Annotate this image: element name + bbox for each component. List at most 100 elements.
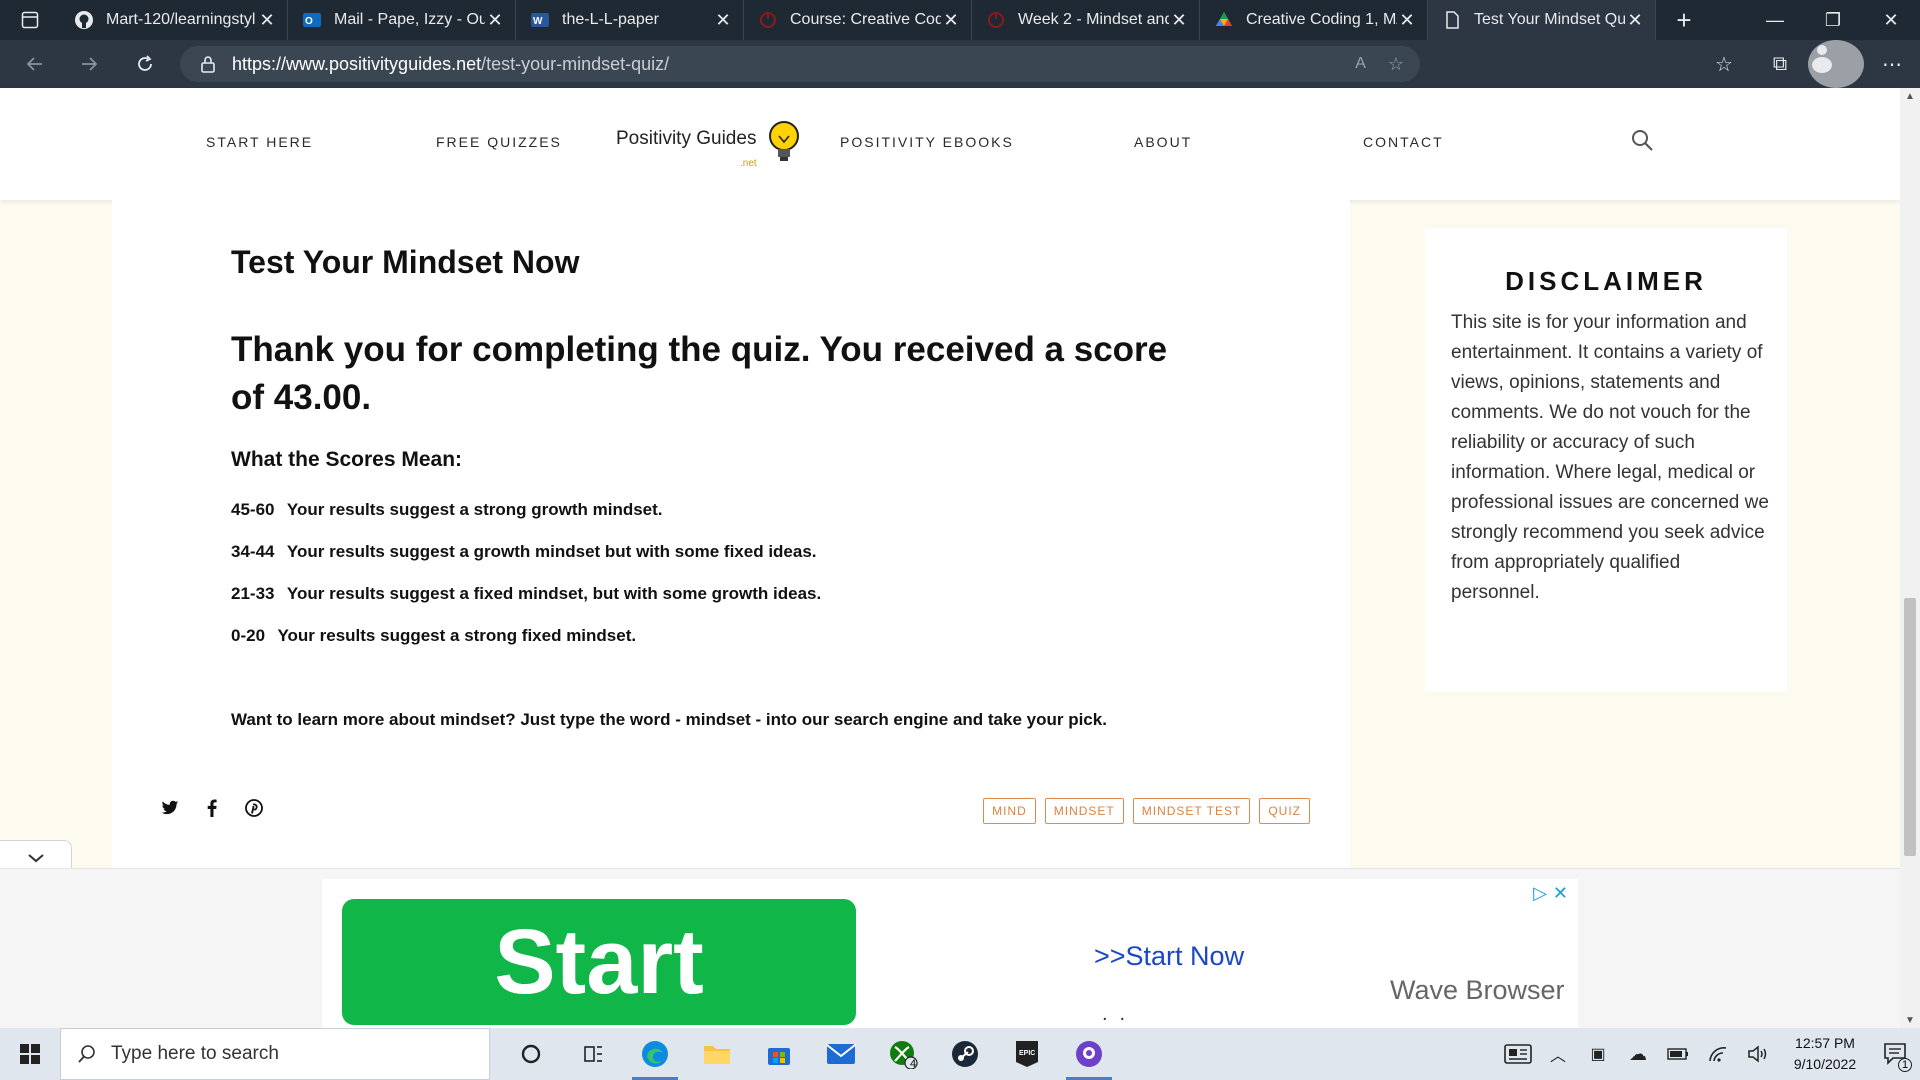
close-tab-icon[interactable]: ✕ xyxy=(257,10,277,30)
disclaimer-text: This site is for your information and en… xyxy=(1451,312,1769,603)
taskbar-store[interactable] xyxy=(748,1028,810,1080)
tag-mindset[interactable]: MINDSET xyxy=(1044,798,1124,824)
tag-mindset-test[interactable]: MINDSET TEST xyxy=(1132,798,1251,824)
outlook-icon: O xyxy=(303,13,321,27)
favorites-button[interactable]: ☆ xyxy=(1696,40,1752,88)
score-row: 34-44 Your results suggest a growth mind… xyxy=(231,542,817,562)
minimize-button[interactable]: — xyxy=(1746,0,1804,40)
new-tab-button[interactable]: + xyxy=(1656,0,1712,40)
close-ad-icon[interactable]: ✕ xyxy=(1553,883,1568,904)
volume-button[interactable] xyxy=(1738,1045,1778,1063)
show-hidden-icons-button[interactable]: ︿ xyxy=(1538,1042,1578,1066)
taskbar-mail[interactable] xyxy=(810,1028,872,1080)
site-logo[interactable]: Positivity Guides .net xyxy=(616,120,802,169)
ad-start-button[interactable]: Start xyxy=(342,899,856,1025)
score-description: Your results suggest a fixed mindset, bu… xyxy=(286,584,822,603)
pinterest-share-button[interactable] xyxy=(244,798,264,818)
read-aloud-icon[interactable]: A xyxy=(1355,55,1366,73)
close-tab-icon[interactable]: ✕ xyxy=(1625,10,1645,30)
lightbulb-icon xyxy=(769,121,800,161)
search-icon[interactable] xyxy=(1630,128,1654,152)
twitter-share-button[interactable] xyxy=(160,798,180,818)
close-window-button[interactable]: ✕ xyxy=(1862,0,1920,40)
facebook-share-button[interactable] xyxy=(202,798,222,818)
wifi-icon xyxy=(1709,1047,1727,1062)
refresh-icon xyxy=(138,55,152,71)
browser-tab-outlook[interactable]: O Mail - Pape, Izzy - Out ✕ xyxy=(288,0,516,40)
tag-quiz[interactable]: QUIZ xyxy=(1259,798,1310,824)
news-widget-button[interactable] xyxy=(1498,1044,1538,1064)
taskbar-xbox[interactable]: 4 xyxy=(872,1028,934,1080)
url-path: /test-your-mindset-quiz/ xyxy=(481,53,670,74)
browser-tab-word[interactable]: W the-L-L-paper ✕ xyxy=(516,0,744,40)
nav-contact[interactable]: CONTACT xyxy=(1363,134,1444,150)
settings-menu-button[interactable]: ⋯ xyxy=(1864,40,1920,88)
url-bar[interactable]: https://www.positivityguides.net/test-yo… xyxy=(180,46,1420,82)
nav-about[interactable]: ABOUT xyxy=(1134,134,1192,150)
battery-button[interactable] xyxy=(1658,1048,1698,1060)
nav-positivity-ebooks[interactable]: POSITIVITY EBOOKS xyxy=(840,134,1014,150)
close-tab-icon[interactable]: ✕ xyxy=(941,10,961,30)
close-tab-icon[interactable]: ✕ xyxy=(1169,10,1189,30)
tab-actions-button[interactable] xyxy=(0,0,60,40)
close-tab-icon[interactable]: ✕ xyxy=(1397,10,1417,30)
scroll-up-arrow[interactable]: ▲ xyxy=(1900,88,1920,104)
scroll-down-arrow[interactable]: ▼ xyxy=(1900,1012,1920,1028)
taskbar-edge[interactable] xyxy=(624,1028,686,1080)
power-icon xyxy=(988,12,1004,28)
taskbar-file-explorer[interactable] xyxy=(686,1028,748,1080)
taskbar-search[interactable]: Type here to search xyxy=(60,1028,490,1080)
close-tab-icon[interactable]: ✕ xyxy=(713,10,733,30)
refresh-button[interactable] xyxy=(118,40,172,88)
ad-content: Start >>Start Now .. Wave Browser ▷ ✕ xyxy=(322,879,1578,1029)
site-header: START HERE FREE QUIZZES Positivity Guide… xyxy=(0,88,1900,200)
browser-tab-active[interactable]: Test Your Mindset Qui ✕ xyxy=(1428,0,1656,40)
tray-app-button[interactable]: ▣ xyxy=(1578,1044,1618,1064)
add-favorite-icon[interactable]: ☆ xyxy=(1388,54,1404,75)
chevron-down-icon xyxy=(27,853,44,862)
page-scrollbar[interactable]: ▲ ▼ xyxy=(1900,88,1920,1028)
browser-tab-drive[interactable]: Creative Coding 1, MA ✕ xyxy=(1200,0,1428,40)
collections-button[interactable]: ⧉ xyxy=(1752,40,1808,88)
steam-icon xyxy=(952,1041,978,1067)
tab-label: Mail - Pape, Izzy - Out xyxy=(334,11,485,28)
url-actions: A ☆ xyxy=(1355,46,1404,82)
tag-mind[interactable]: MIND xyxy=(983,798,1036,824)
browser-tab-github[interactable]: Mart-120/learningstyl ✕ xyxy=(60,0,288,40)
scores-heading: What the Scores Mean: xyxy=(231,448,463,471)
profile-button[interactable] xyxy=(1808,40,1864,88)
restore-icon: ❐ xyxy=(1824,9,1842,30)
start-button[interactable] xyxy=(0,1028,60,1080)
notification-center-button[interactable]: 1 xyxy=(1872,1042,1920,1072)
taskbar-steam[interactable] xyxy=(934,1028,996,1080)
close-tab-icon[interactable]: ✕ xyxy=(485,10,505,30)
more-icon: ⋯ xyxy=(1882,53,1902,76)
nav-free-quizzes[interactable]: FREE QUIZZES xyxy=(436,134,562,150)
score-description: Your results suggest a strong fixed mind… xyxy=(277,626,637,645)
favorites-icon: ☆ xyxy=(1715,53,1733,76)
word-icon: W xyxy=(531,13,549,27)
share-links xyxy=(160,798,264,818)
browser-tab-course[interactable]: Course: Creative Codi ✕ xyxy=(744,0,972,40)
taskbar-github-desktop[interactable] xyxy=(1058,1028,1120,1080)
scrollbar-thumb[interactable] xyxy=(1904,598,1916,856)
ad-start-now-link[interactable]: >>Start Now xyxy=(1094,941,1244,972)
cortana-button[interactable] xyxy=(500,1028,562,1080)
taskbar-clock[interactable]: 12:57 PM 9/10/2022 xyxy=(1778,1033,1872,1075)
onedrive-button[interactable]: ☁ xyxy=(1618,1044,1658,1065)
nav-start-here[interactable]: START HERE xyxy=(206,134,313,150)
svg-text:EPIC: EPIC xyxy=(1019,1050,1035,1057)
browser-tab-bar: Mart-120/learningstyl ✕ O Mail - Pape, I… xyxy=(0,0,1920,40)
taskbar-epic-games[interactable]: EPIC xyxy=(996,1028,1058,1080)
back-button[interactable] xyxy=(8,40,62,88)
wifi-button[interactable] xyxy=(1698,1046,1738,1062)
system-tray: ︿ ▣ ☁ 12:57 PM 9/10/2022 1 xyxy=(1498,1028,1920,1080)
task-view-button[interactable] xyxy=(562,1028,624,1080)
ad-choices-icon[interactable]: ▷ xyxy=(1533,883,1547,904)
browser-tab-week2[interactable]: Week 2 - Mindset and ✕ xyxy=(972,0,1200,40)
chevron-up-icon: ︿ xyxy=(1549,1048,1566,1065)
store-icon xyxy=(768,1048,790,1065)
forward-button[interactable] xyxy=(62,40,116,88)
restore-button[interactable]: ❐ xyxy=(1804,0,1862,40)
lock-icon[interactable] xyxy=(200,55,216,73)
